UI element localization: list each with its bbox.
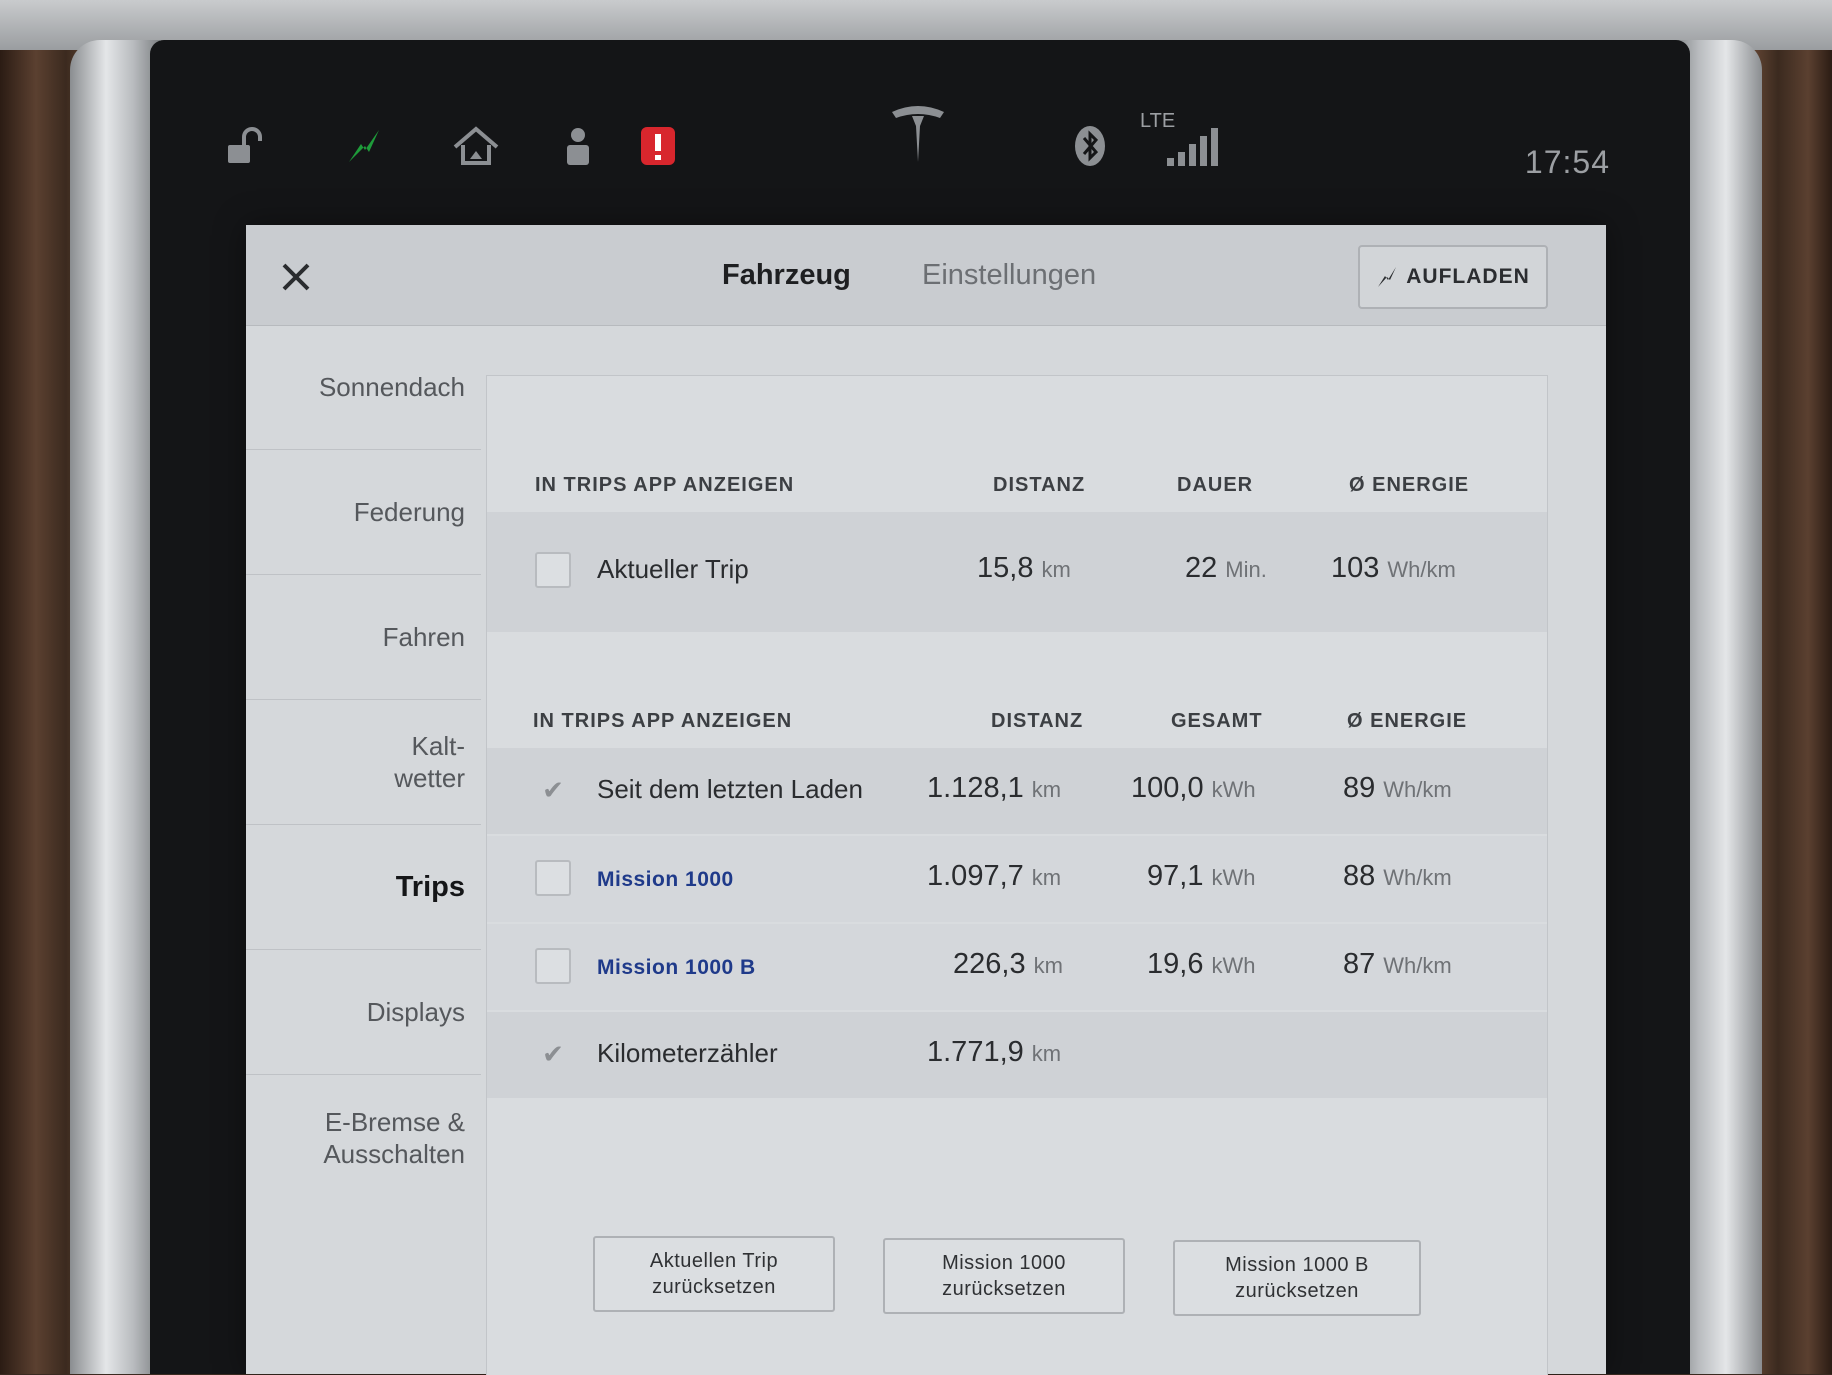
reset-label: zurücksetzen xyxy=(942,1278,1066,1300)
network-label: LTE xyxy=(1140,110,1176,132)
settings-panel: Fahrzeug Einstellungen AUFLADEN Sonnenda… xyxy=(246,225,1606,1375)
chrome-trim-left xyxy=(70,40,160,1374)
bluetooth-icon[interactable] xyxy=(1070,118,1110,174)
trip-distance: 1.771,9 km xyxy=(927,1036,1062,1068)
show-in-trips-checkbox[interactable] xyxy=(535,860,571,896)
sidebar-item-ebremse[interactable]: E-Bremse & Ausschalten xyxy=(246,1075,481,1200)
charge-button-label: AUFLADEN xyxy=(1406,265,1530,288)
reset-label: Aktuellen Trip xyxy=(649,1250,779,1272)
trips-content: IN TRIPS APP ANZEIGEN DISTANZ DAUER Ø EN… xyxy=(486,375,1548,1375)
header-energy: Ø ENERGIE xyxy=(1347,710,1468,732)
trip-energy: 89 Wh/km xyxy=(1343,772,1452,804)
trip-duration: 22 Min. xyxy=(1185,552,1267,584)
table-row: Mission 1000 B 226,3 km 19,6 kWh 87 Wh/km xyxy=(487,924,1547,1010)
checked-icon[interactable]: ✔ xyxy=(537,1038,569,1070)
tab-einstellungen[interactable]: Einstellungen xyxy=(922,259,1096,292)
trip-energy: 88 Wh/km xyxy=(1343,860,1452,892)
driver-profile-icon[interactable] xyxy=(558,118,598,174)
lock-open-icon[interactable] xyxy=(220,118,270,174)
sidebar-item-label: Federung xyxy=(353,497,465,527)
trips-header: IN TRIPS APP ANZEIGEN DISTANZ GESAMT Ø E… xyxy=(487,688,1547,748)
table-row: ✔ Seit dem letzten Laden 1.128,1 km 100,0… xyxy=(487,748,1547,834)
trip-distance: 226,3 km xyxy=(953,948,1063,980)
sidebar-item-displays[interactable]: Displays xyxy=(246,950,481,1075)
sidebar-item-federung[interactable]: Federung xyxy=(246,450,481,575)
current-trip-header: IN TRIPS APP ANZEIGEN DISTANZ DAUER Ø EN… xyxy=(487,452,1547,512)
trip-distance: 15,8 km xyxy=(977,552,1071,584)
reset-label: zurücksetzen xyxy=(1235,1280,1359,1302)
panel-header: Fahrzeug Einstellungen AUFLADEN xyxy=(246,225,1606,326)
header-total: GESAMT xyxy=(1171,710,1263,732)
charge-button[interactable]: AUFLADEN xyxy=(1358,245,1548,309)
status-bar: LTE 17:54 xyxy=(150,40,1690,220)
trip-label: Aktueller Trip xyxy=(597,554,749,584)
tesla-logo-icon[interactable] xyxy=(888,106,948,162)
show-in-trips-checkbox[interactable] xyxy=(535,552,571,588)
sidebar-item-fahren[interactable]: Fahren xyxy=(246,575,481,700)
sidebar-item-trips[interactable]: Trips xyxy=(246,825,481,950)
table-row: Mission 1000 1.097,7 km 97,1 kWh 88 Wh/km xyxy=(487,836,1547,922)
bolt-icon xyxy=(1378,267,1397,287)
sidebar-item-kaltwetter[interactable]: Kalt- wetter xyxy=(246,700,481,825)
sidebar-item-label: Kalt- wetter xyxy=(394,731,465,793)
header-show: IN TRIPS APP ANZEIGEN xyxy=(533,710,793,732)
trip-distance: 1.097,7 km xyxy=(927,860,1062,892)
reset-label: zurücksetzen xyxy=(652,1276,776,1298)
alert-icon[interactable] xyxy=(636,118,680,174)
sidebar-item-sonnendach[interactable]: Sonnendach xyxy=(246,325,481,450)
reset-mission-1000b-button[interactable]: Mission 1000 B zurücksetzen xyxy=(1173,1240,1421,1316)
header-duration: DAUER xyxy=(1177,474,1254,496)
checked-icon[interactable]: ✔ xyxy=(537,774,569,806)
tab-fahrzeug[interactable]: Fahrzeug xyxy=(722,259,851,292)
touchscreen: LTE 17:54 Fahrzeug Einstellungen AUFLADE… xyxy=(150,40,1690,1375)
trip-energy: 87 Wh/km xyxy=(1343,948,1452,980)
close-button[interactable] xyxy=(276,257,316,297)
trip-total: 100,0 kWh xyxy=(1131,772,1256,804)
sidebar-item-label: Sonnendach xyxy=(318,372,465,402)
table-row: ✔ Kilometerzähler 1.771,9 km xyxy=(487,1012,1547,1098)
trip-label: Kilometerzähler xyxy=(597,1038,778,1068)
sidebar-item-label: Displays xyxy=(366,997,465,1027)
trip-label: Seit dem letzten Laden xyxy=(597,774,863,804)
table-row: Aktueller Trip 15,8 km 22 Min. 103 Wh/km xyxy=(487,512,1547,632)
sidebar-item-label: Trips xyxy=(395,871,465,903)
header-energy: Ø ENERGIE xyxy=(1349,474,1470,496)
trip-total: 97,1 kWh xyxy=(1147,860,1256,892)
header-show: IN TRIPS APP ANZEIGEN xyxy=(535,474,795,496)
trip-label-link[interactable]: Mission 1000 B xyxy=(597,956,756,980)
clock: 17:54 xyxy=(1524,144,1610,180)
show-in-trips-checkbox[interactable] xyxy=(535,948,571,984)
reset-label: Mission 1000 xyxy=(942,1252,1066,1274)
trip-label-link[interactable]: Mission 1000 xyxy=(597,868,734,892)
settings-sidebar: Sonnendach Federung Fahren Kalt- wetter … xyxy=(246,325,481,1374)
trip-distance: 1.128,1 km xyxy=(927,772,1062,804)
reset-label: Mission 1000 B xyxy=(1225,1254,1369,1276)
homelink-icon[interactable] xyxy=(448,118,504,174)
sidebar-item-label: Fahren xyxy=(382,622,465,652)
trip-energy: 103 Wh/km xyxy=(1331,552,1456,584)
reset-mission-1000-button[interactable]: Mission 1000 zurücksetzen xyxy=(883,1238,1125,1314)
reset-current-trip-button[interactable]: Aktuellen Trip zurücksetzen xyxy=(593,1236,835,1312)
trip-total: 19,6 kWh xyxy=(1147,948,1256,980)
header-distance: DISTANZ xyxy=(991,710,1084,732)
charging-bolt-icon[interactable] xyxy=(340,118,390,174)
sidebar-item-label: E-Bremse & Ausschalten xyxy=(323,1106,465,1169)
close-icon xyxy=(282,263,310,291)
signal-icon: LTE xyxy=(1140,110,1230,174)
header-distance: DISTANZ xyxy=(993,474,1086,496)
